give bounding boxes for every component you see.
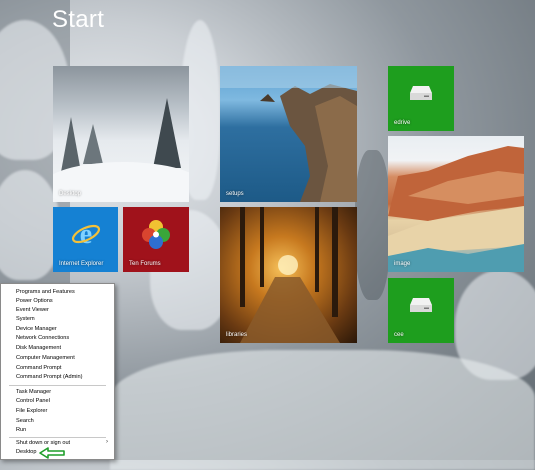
tile-setups[interactable]: setups (220, 66, 357, 202)
tile-label: libraries (226, 332, 248, 338)
tile-image[interactable]: image (388, 136, 524, 272)
tile-label: Desktop (59, 191, 82, 197)
internet-explorer-icon: e (71, 219, 101, 249)
green-arrow-icon (39, 447, 65, 459)
tile-label: edrive (394, 120, 411, 126)
tile-label: Ten Forums (129, 261, 161, 267)
tile-label: image (394, 261, 411, 267)
menu-item-computer-management[interactable]: Computer Management (16, 355, 75, 362)
background-forest-dark (355, 150, 390, 300)
menu-item-system[interactable]: System (16, 316, 35, 323)
tile-desktop[interactable]: Desktop (53, 66, 189, 202)
snow-tree-shape (83, 124, 103, 164)
beach-cliff-image (388, 146, 524, 272)
menu-item-event-viewer[interactable]: Event Viewer (16, 307, 49, 314)
tile-edrive[interactable]: edrive (388, 66, 454, 131)
tile-cee[interactable]: cee (388, 278, 454, 343)
autumn-path-image (240, 207, 340, 343)
menu-item-programs-and-features[interactable]: Programs and Features (16, 289, 75, 296)
menu-item-command-prompt[interactable]: Command Prompt (16, 365, 61, 372)
tile-libraries[interactable]: libraries (220, 207, 357, 343)
svg-text:e: e (80, 219, 92, 249)
menu-item-network-connections[interactable]: Network Connections (16, 335, 69, 342)
menu-item-device-manager[interactable]: Device Manager (16, 326, 57, 333)
tile-label: Internet Explorer (59, 261, 104, 267)
tile-label: setups (226, 191, 244, 197)
menu-item-file-explorer[interactable]: File Explorer (16, 408, 47, 415)
chevron-right-icon: › (106, 439, 108, 445)
drive-icon (410, 86, 432, 100)
start-title: Start (52, 6, 105, 33)
menu-item-power-options[interactable]: Power Options (16, 298, 53, 305)
tile-label: cee (394, 332, 404, 338)
menu-separator (9, 437, 106, 438)
menu-item-desktop[interactable]: Desktop (16, 449, 37, 456)
menu-item-disk-management[interactable]: Disk Management (16, 345, 61, 352)
ten-forums-icon (142, 220, 170, 249)
snow-tree-shape (153, 98, 181, 168)
tile-ten-forums[interactable]: Ten Forums (123, 207, 189, 272)
tile-internet-explorer[interactable]: e Internet Explorer (53, 207, 118, 272)
menu-item-run[interactable]: Run (16, 427, 26, 434)
coast-cliff-image (220, 66, 357, 202)
menu-item-shut-down-or-sign-out[interactable]: Shut down or sign out (16, 440, 70, 447)
menu-item-search[interactable]: Search (16, 418, 34, 425)
power-user-menu: Programs and Features Power Options Even… (0, 283, 115, 460)
drive-icon (410, 298, 432, 312)
snow-tree-shape (61, 117, 81, 172)
menu-separator (9, 385, 106, 386)
background-snow-ground (110, 350, 535, 470)
menu-item-command-prompt-admin[interactable]: Command Prompt (Admin) (16, 374, 83, 381)
menu-item-task-manager[interactable]: Task Manager (16, 389, 51, 396)
menu-item-control-panel[interactable]: Control Panel (16, 398, 50, 405)
